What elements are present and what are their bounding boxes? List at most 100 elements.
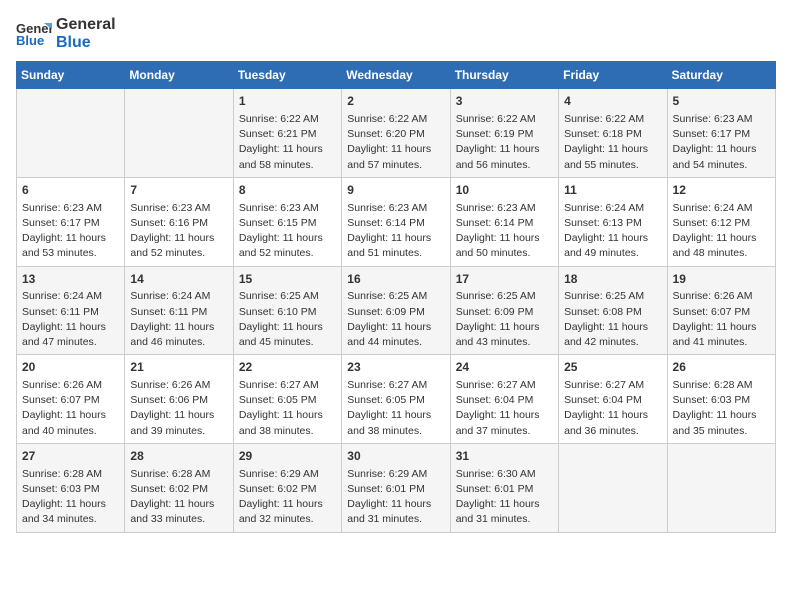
calendar-cell: 15Sunrise: 6:25 AMSunset: 6:10 PMDayligh…: [233, 266, 341, 355]
col-header-thursday: Thursday: [450, 62, 558, 89]
day-number: 30: [347, 448, 444, 465]
calendar-cell: 17Sunrise: 6:25 AMSunset: 6:09 PMDayligh…: [450, 266, 558, 355]
day-number: 4: [564, 93, 661, 110]
calendar-cell: [17, 89, 125, 178]
day-number: 3: [456, 93, 553, 110]
calendar-cell: 20 Sunrise: 6:26 AMSunset: 6:07 PMDayligh…: [17, 355, 125, 444]
day-number: 22: [239, 359, 336, 376]
day-number: 9: [347, 182, 444, 199]
cell-content: Sunrise: 6:23 AMSunset: 6:17 PMDaylight:…: [22, 201, 119, 262]
day-number: 29: [239, 448, 336, 465]
calendar-cell: 10 Sunrise: 6:23 AMSunset: 6:14 PMDayligh…: [450, 177, 558, 266]
day-number: 24: [456, 359, 553, 376]
cell-content: Sunrise: 6:24 AMSunset: 6:11 PMDaylight:…: [22, 289, 119, 350]
calendar-cell: 7 Sunrise: 6:23 AMSunset: 6:16 PMDaylight…: [125, 177, 233, 266]
logo: General Blue General Blue: [16, 16, 116, 51]
calendar-cell: 5 Sunrise: 6:23 AMSunset: 6:17 PMDaylight…: [667, 89, 775, 178]
cell-content: Sunrise: 6:25 AMSunset: 6:08 PMDaylight:…: [564, 289, 661, 350]
cell-content: Sunrise: 6:22 AMSunset: 6:19 PMDaylight:…: [456, 112, 553, 173]
cell-content: Sunrise: 6:24 AMSunset: 6:11 PMDaylight:…: [130, 289, 227, 350]
calendar-cell: 26 Sunrise: 6:28 AMSunset: 6:03 PMDayligh…: [667, 355, 775, 444]
cell-content: Sunrise: 6:28 AMSunset: 6:03 PMDaylight:…: [673, 378, 770, 439]
calendar-week-2: 6 Sunrise: 6:23 AMSunset: 6:17 PMDaylight…: [17, 177, 776, 266]
cell-content: Sunrise: 6:25 AMSunset: 6:09 PMDaylight:…: [347, 289, 444, 350]
cell-content: Sunrise: 6:23 AMSunset: 6:16 PMDaylight:…: [130, 201, 227, 262]
calendar-cell: 9Sunrise: 6:23 AMSunset: 6:14 PMDaylight…: [342, 177, 450, 266]
cell-content: Sunrise: 6:22 AMSunset: 6:20 PMDaylight:…: [347, 112, 444, 173]
calendar-cell: 19Sunrise: 6:26 AMSunset: 6:07 PMDayligh…: [667, 266, 775, 355]
col-header-tuesday: Tuesday: [233, 62, 341, 89]
col-header-sunday: Sunday: [17, 62, 125, 89]
day-number: 27: [22, 448, 119, 465]
calendar-cell: 30Sunrise: 6:29 AMSunset: 6:01 PMDayligh…: [342, 443, 450, 532]
day-number: 21: [130, 359, 227, 376]
calendar-cell: 8 Sunrise: 6:23 AMSunset: 6:15 PMDaylight…: [233, 177, 341, 266]
cell-content: Sunrise: 6:25 AMSunset: 6:10 PMDaylight:…: [239, 289, 336, 350]
logo-icon: General Blue: [16, 19, 52, 49]
day-number: 25: [564, 359, 661, 376]
calendar-cell: 22 Sunrise: 6:27 AMSunset: 6:05 PMDayligh…: [233, 355, 341, 444]
svg-text:Blue: Blue: [16, 33, 44, 48]
calendar-cell: [125, 89, 233, 178]
cell-content: Sunrise: 6:22 AMSunset: 6:21 PMDaylight:…: [239, 112, 336, 173]
col-header-saturday: Saturday: [667, 62, 775, 89]
day-number: 10: [456, 182, 553, 199]
calendar-header-row: SundayMondayTuesdayWednesdayThursdayFrid…: [17, 62, 776, 89]
calendar-cell: 4 Sunrise: 6:22 AMSunset: 6:18 PMDaylight…: [559, 89, 667, 178]
cell-content: Sunrise: 6:28 AMSunset: 6:03 PMDaylight:…: [22, 467, 119, 528]
page-header: General Blue General Blue: [16, 16, 776, 51]
calendar-cell: 11Sunrise: 6:24 AMSunset: 6:13 PMDayligh…: [559, 177, 667, 266]
cell-content: Sunrise: 6:24 AMSunset: 6:12 PMDaylight:…: [673, 201, 770, 262]
calendar-cell: 14Sunrise: 6:24 AMSunset: 6:11 PMDayligh…: [125, 266, 233, 355]
day-number: 6: [22, 182, 119, 199]
day-number: 5: [673, 93, 770, 110]
day-number: 16: [347, 271, 444, 288]
cell-content: Sunrise: 6:23 AMSunset: 6:14 PMDaylight:…: [456, 201, 553, 262]
cell-content: Sunrise: 6:23 AMSunset: 6:15 PMDaylight:…: [239, 201, 336, 262]
calendar-cell: 16Sunrise: 6:25 AMSunset: 6:09 PMDayligh…: [342, 266, 450, 355]
calendar-cell: 2 Sunrise: 6:22 AMSunset: 6:20 PMDaylight…: [342, 89, 450, 178]
calendar-cell: 18Sunrise: 6:25 AMSunset: 6:08 PMDayligh…: [559, 266, 667, 355]
calendar-cell: 23Sunrise: 6:27 AMSunset: 6:05 PMDayligh…: [342, 355, 450, 444]
calendar-cell: 24 Sunrise: 6:27 AMSunset: 6:04 PMDayligh…: [450, 355, 558, 444]
col-header-wednesday: Wednesday: [342, 62, 450, 89]
logo-general: General: [56, 16, 116, 34]
cell-content: Sunrise: 6:27 AMSunset: 6:04 PMDaylight:…: [564, 378, 661, 439]
day-number: 7: [130, 182, 227, 199]
calendar-cell: 21 Sunrise: 6:26 AMSunset: 6:06 PMDayligh…: [125, 355, 233, 444]
day-number: 19: [673, 271, 770, 288]
calendar-week-5: 27 Sunrise: 6:28 AMSunset: 6:03 PMDayligh…: [17, 443, 776, 532]
day-number: 26: [673, 359, 770, 376]
calendar-cell: [559, 443, 667, 532]
calendar-week-1: 1 Sunrise: 6:22 AMSunset: 6:21 PMDaylight…: [17, 89, 776, 178]
day-number: 8: [239, 182, 336, 199]
cell-content: Sunrise: 6:25 AMSunset: 6:09 PMDaylight:…: [456, 289, 553, 350]
calendar-cell: 29 Sunrise: 6:29 AMSunset: 6:02 PMDayligh…: [233, 443, 341, 532]
cell-content: Sunrise: 6:26 AMSunset: 6:06 PMDaylight:…: [130, 378, 227, 439]
day-number: 2: [347, 93, 444, 110]
day-number: 18: [564, 271, 661, 288]
calendar-table: SundayMondayTuesdayWednesdayThursdayFrid…: [16, 61, 776, 532]
cell-content: Sunrise: 6:23 AMSunset: 6:17 PMDaylight:…: [673, 112, 770, 173]
cell-content: Sunrise: 6:26 AMSunset: 6:07 PMDaylight:…: [673, 289, 770, 350]
cell-content: Sunrise: 6:27 AMSunset: 6:05 PMDaylight:…: [239, 378, 336, 439]
day-number: 17: [456, 271, 553, 288]
cell-content: Sunrise: 6:27 AMSunset: 6:04 PMDaylight:…: [456, 378, 553, 439]
day-number: 15: [239, 271, 336, 288]
calendar-cell: 12Sunrise: 6:24 AMSunset: 6:12 PMDayligh…: [667, 177, 775, 266]
calendar-cell: 13Sunrise: 6:24 AMSunset: 6:11 PMDayligh…: [17, 266, 125, 355]
day-number: 23: [347, 359, 444, 376]
calendar-week-4: 20 Sunrise: 6:26 AMSunset: 6:07 PMDayligh…: [17, 355, 776, 444]
calendar-cell: 3 Sunrise: 6:22 AMSunset: 6:19 PMDaylight…: [450, 89, 558, 178]
day-number: 11: [564, 182, 661, 199]
cell-content: Sunrise: 6:26 AMSunset: 6:07 PMDaylight:…: [22, 378, 119, 439]
cell-content: Sunrise: 6:22 AMSunset: 6:18 PMDaylight:…: [564, 112, 661, 173]
logo-blue: Blue: [56, 34, 116, 52]
day-number: 20: [22, 359, 119, 376]
calendar-cell: 25 Sunrise: 6:27 AMSunset: 6:04 PMDayligh…: [559, 355, 667, 444]
calendar-week-3: 13Sunrise: 6:24 AMSunset: 6:11 PMDayligh…: [17, 266, 776, 355]
day-number: 1: [239, 93, 336, 110]
calendar-cell: 27 Sunrise: 6:28 AMSunset: 6:03 PMDayligh…: [17, 443, 125, 532]
cell-content: Sunrise: 6:29 AMSunset: 6:02 PMDaylight:…: [239, 467, 336, 528]
day-number: 28: [130, 448, 227, 465]
